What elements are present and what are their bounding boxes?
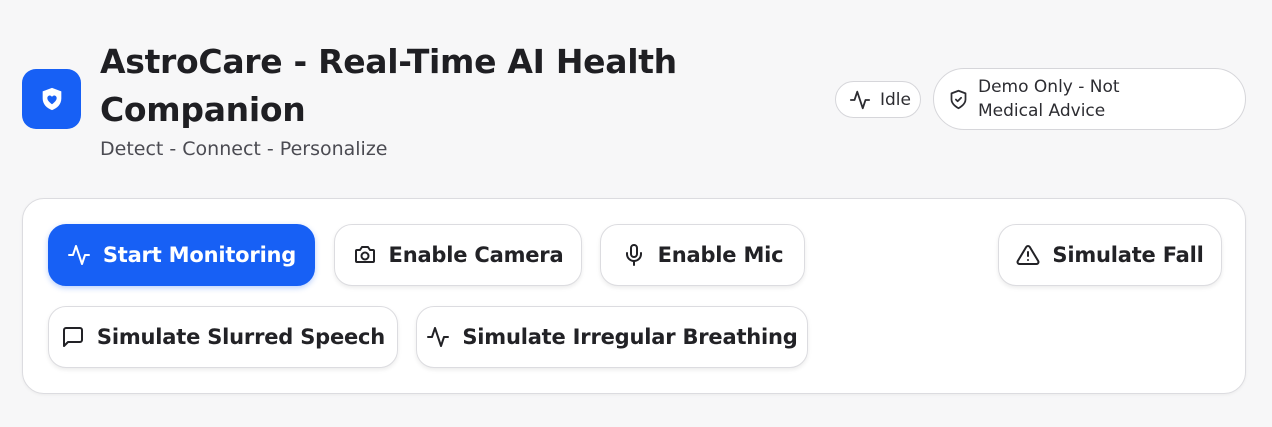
simulate-fall-label: Simulate Fall — [1052, 243, 1204, 267]
activity-icon — [67, 243, 91, 267]
start-monitoring-label: Start Monitoring — [102, 243, 297, 267]
app-header: AstroCare - Real-Time AI Health Companio… — [0, 0, 1272, 190]
camera-icon — [353, 243, 377, 267]
start-monitoring-button[interactable]: Start Monitoring — [48, 224, 315, 286]
status-label: Idle — [880, 89, 911, 110]
microphone-icon — [622, 243, 646, 267]
activity-icon — [849, 89, 871, 111]
message-square-icon — [61, 325, 85, 349]
disclaimer-badge: Demo Only - Not Medical Advice — [933, 68, 1246, 130]
controls-panel: Start Monitoring Enable Camera Enable Mi… — [22, 198, 1246, 394]
shield-check-icon — [948, 89, 969, 110]
warning-triangle-icon — [1016, 243, 1040, 267]
simulate-slurred-speech-label: Simulate Slurred Speech — [96, 325, 386, 349]
enable-mic-label: Enable Mic — [657, 243, 784, 267]
enable-mic-button[interactable]: Enable Mic — [600, 224, 805, 286]
enable-camera-button[interactable]: Enable Camera — [334, 224, 582, 286]
activity-icon — [426, 325, 450, 349]
heart-shield-icon — [38, 85, 66, 113]
enable-camera-label: Enable Camera — [388, 243, 564, 267]
simulate-slurred-speech-button[interactable]: Simulate Slurred Speech — [48, 306, 398, 368]
app-logo — [22, 69, 81, 129]
disclaimer-label: Demo Only - Not Medical Advice — [978, 77, 1120, 121]
simulate-irregular-breathing-button[interactable]: Simulate Irregular Breathing — [416, 306, 808, 368]
status-badge: Idle — [835, 81, 921, 118]
page-subtitle: Detect - Connect - Personalize — [100, 138, 388, 160]
simulate-fall-button[interactable]: Simulate Fall — [998, 224, 1222, 286]
simulate-irregular-breathing-label: Simulate Irregular Breathing — [462, 325, 798, 349]
page-title: AstroCare - Real-Time AI Health Companio… — [100, 42, 677, 129]
